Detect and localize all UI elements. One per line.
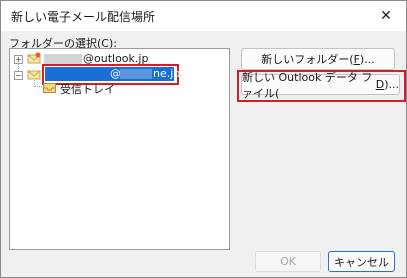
- close-button[interactable]: ✕: [366, 1, 406, 31]
- mail-account-icon: [27, 52, 41, 64]
- redacted-domain: [120, 69, 152, 79]
- tree-item-inbox[interactable]: 受信トレイ: [10, 80, 210, 96]
- inbox-icon: [43, 83, 56, 93]
- selection-highlight: @ ne.jp: [45, 67, 180, 81]
- close-icon: ✕: [380, 8, 392, 24]
- dialog-title: 新しい電子メール配信場所: [11, 10, 156, 24]
- account-domain-text: ne.jp: [153, 67, 181, 80]
- mail-account-icon: [27, 70, 41, 80]
- title-bar: 新しい電子メール配信場所 ✕: [1, 1, 406, 31]
- folder-tree[interactable]: + @outlook.jp − @ ne.jp 受信トレイ: [9, 48, 230, 250]
- expand-icon[interactable]: +: [14, 55, 23, 64]
- ok-button[interactable]: OK: [255, 251, 321, 272]
- new-folder-button[interactable]: 新しいフォルダー(F)...: [241, 48, 395, 70]
- collapse-icon[interactable]: −: [14, 71, 23, 80]
- dialog-window: 新しい電子メール配信場所 ✕ フォルダーの選択(C): + @outlook.j…: [0, 0, 407, 278]
- cancel-button[interactable]: キャンセル: [328, 251, 395, 272]
- new-data-file-button[interactable]: 新しい Outlook データ ファイル(D)...: [241, 71, 400, 100]
- inbox-label: 受信トレイ: [60, 83, 115, 96]
